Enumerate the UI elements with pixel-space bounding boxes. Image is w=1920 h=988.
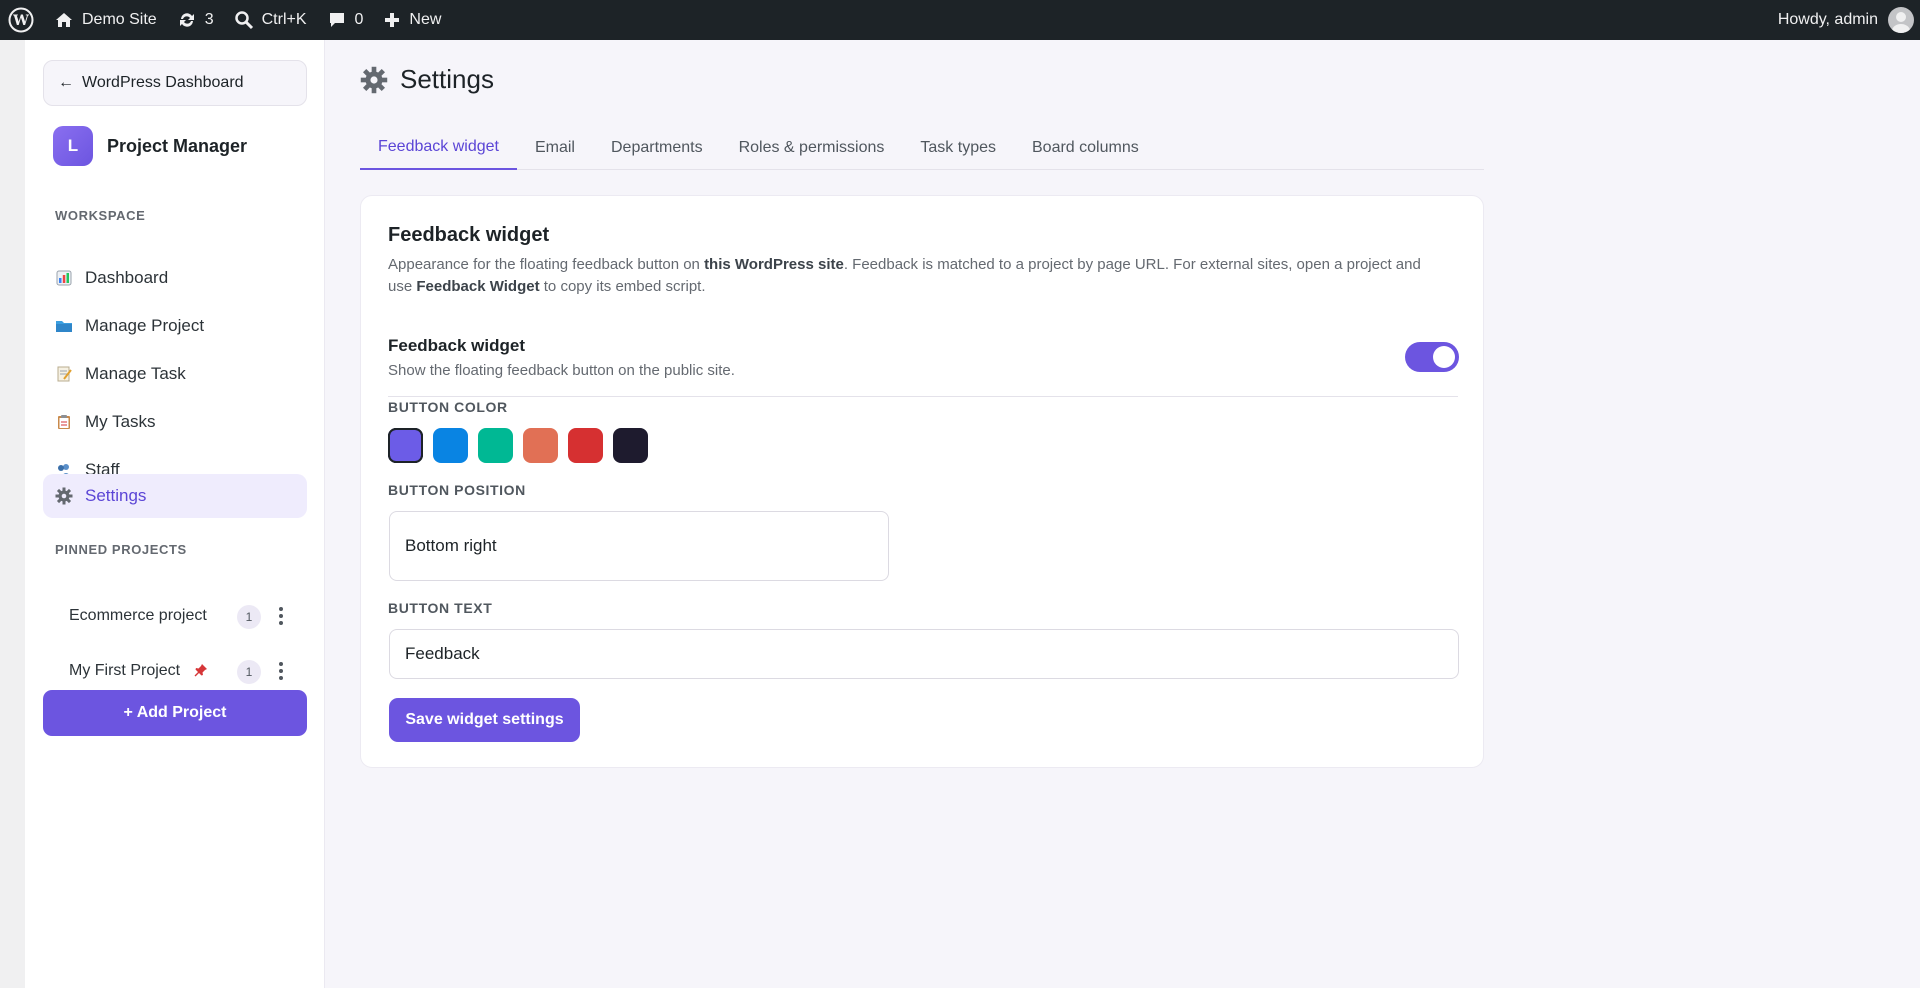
color-swatch[interactable]: [568, 428, 603, 463]
task-count-badge: 1: [237, 605, 261, 629]
toggle-knob: [1433, 346, 1455, 368]
gear-icon: [55, 487, 73, 505]
new-content-link[interactable]: New: [373, 0, 451, 40]
sidebar-item-settings[interactable]: Settings: [43, 474, 307, 518]
brand-logo: L: [53, 126, 93, 166]
sidebar-item-label: Settings: [85, 486, 147, 505]
button-text-input[interactable]: Feedback: [389, 629, 1459, 679]
workspace-label: WORKSPACE: [55, 208, 146, 223]
back-to-dashboard-button[interactable]: ← WordPress Dashboard: [43, 60, 307, 106]
brand: L Project Manager: [53, 126, 247, 166]
new-label: New: [409, 11, 442, 28]
task-count-badge: 1: [237, 660, 261, 684]
page-title: Settings: [400, 64, 494, 94]
pinned-project-item[interactable]: My First Project 1: [43, 649, 307, 693]
greeting: Howdy, admin: [1777, 11, 1878, 28]
button-text-label: BUTTON TEXT: [388, 600, 493, 616]
tab-departments[interactable]: Departments: [593, 126, 721, 170]
tab-feedback-widget[interactable]: Feedback widget: [360, 126, 517, 170]
button-position-select[interactable]: Bottom right: [389, 511, 889, 581]
svg-text:W: W: [12, 13, 29, 29]
plus-icon: [385, 13, 400, 27]
feedback-widget-toggle[interactable]: [1405, 342, 1459, 372]
updates-link[interactable]: 3: [167, 0, 224, 40]
divider: [388, 396, 1458, 397]
comment-icon: [329, 13, 344, 27]
avatar: [1888, 7, 1914, 33]
account-menu[interactable]: Howdy, admin: [1778, 0, 1914, 40]
clipboard-icon: [55, 413, 73, 431]
color-swatch[interactable]: [388, 428, 423, 463]
tab-roles-permissions[interactable]: Roles & permissions: [721, 126, 903, 170]
pinned-project-item[interactable]: Ecommerce project 1: [43, 594, 307, 638]
updates-count: 3: [204, 11, 214, 28]
sidebar-item-label: Manage Task: [85, 364, 186, 383]
refresh-icon: [179, 13, 194, 27]
sidebar-item-label: Manage Project: [85, 316, 205, 335]
button-color-label: BUTTON COLOR: [388, 399, 508, 415]
feedback-widget-card: Feedback widget Appearance for the float…: [360, 195, 1484, 768]
brand-name: Project Manager: [107, 135, 248, 156]
save-widget-settings-button[interactable]: Save widget settings: [389, 698, 580, 742]
tab-task-types[interactable]: Task types: [902, 126, 1014, 170]
pinned-projects-label: PINNED PROJECTS: [55, 542, 187, 557]
left-gutter: [0, 40, 25, 988]
gear-icon: [360, 66, 388, 93]
card-description: Appearance for the floating feedback but…: [388, 256, 1421, 295]
settings-tabs: Feedback widget Email Departments Roles …: [360, 126, 1484, 170]
pinned-project-name: Ecommerce project: [69, 607, 207, 624]
user-icon: [1892, 12, 1910, 33]
button-position-label: BUTTON POSITION: [388, 482, 526, 498]
sidebar-item-my-tasks[interactable]: My Tasks: [43, 400, 307, 444]
pushpin-icon: [194, 663, 208, 680]
sidebar: ← WordPress Dashboard L Project Manager …: [25, 40, 325, 988]
search-icon: [234, 11, 253, 30]
color-swatches: [388, 428, 648, 463]
card-title: Feedback widget: [388, 224, 550, 246]
site-name-link[interactable]: Demo Site: [44, 0, 167, 40]
admin-bar: W Demo Site 3 Ctrl+K 0 New Howdy, admin: [0, 0, 1920, 40]
color-swatch[interactable]: [433, 428, 468, 463]
site-name: Demo Site: [82, 11, 157, 28]
home-icon: [56, 13, 72, 27]
folder-icon: [55, 317, 73, 335]
memo-icon: [55, 365, 73, 383]
more-options-icon[interactable]: [271, 604, 291, 628]
sidebar-item-manage-task[interactable]: Manage Task: [43, 352, 307, 396]
color-swatch[interactable]: [478, 428, 513, 463]
sidebar-item-label: My Tasks: [85, 412, 156, 431]
tab-board-columns[interactable]: Board columns: [1014, 126, 1157, 170]
tab-email[interactable]: Email: [517, 126, 593, 170]
toggle-description: Show the floating feedback button on the…: [388, 362, 735, 379]
sidebar-item-dashboard[interactable]: Dashboard: [43, 256, 307, 300]
arrow-left-icon: ←: [58, 74, 74, 91]
sidebar-item-label: Dashboard: [85, 268, 169, 287]
page-header: Settings: [360, 64, 494, 95]
wordpress-icon: W: [8, 7, 34, 33]
back-label: WordPress Dashboard: [82, 74, 244, 91]
search-link[interactable]: Ctrl+K: [224, 0, 317, 40]
more-options-icon[interactable]: [271, 659, 291, 683]
color-swatch[interactable]: [523, 428, 558, 463]
pinned-project-name: My First Project: [69, 662, 181, 679]
sidebar-item-manage-project[interactable]: Manage Project: [43, 304, 307, 348]
wordpress-logo-button[interactable]: W: [0, 0, 44, 40]
toggle-title: Feedback widget: [388, 336, 525, 355]
add-project-button[interactable]: + Add Project: [43, 690, 307, 736]
search-shortcut: Ctrl+K: [261, 11, 307, 28]
color-swatch[interactable]: [613, 428, 648, 463]
comments-link[interactable]: 0: [317, 0, 374, 40]
chart-icon: [55, 269, 73, 287]
comments-count: 0: [354, 11, 364, 28]
